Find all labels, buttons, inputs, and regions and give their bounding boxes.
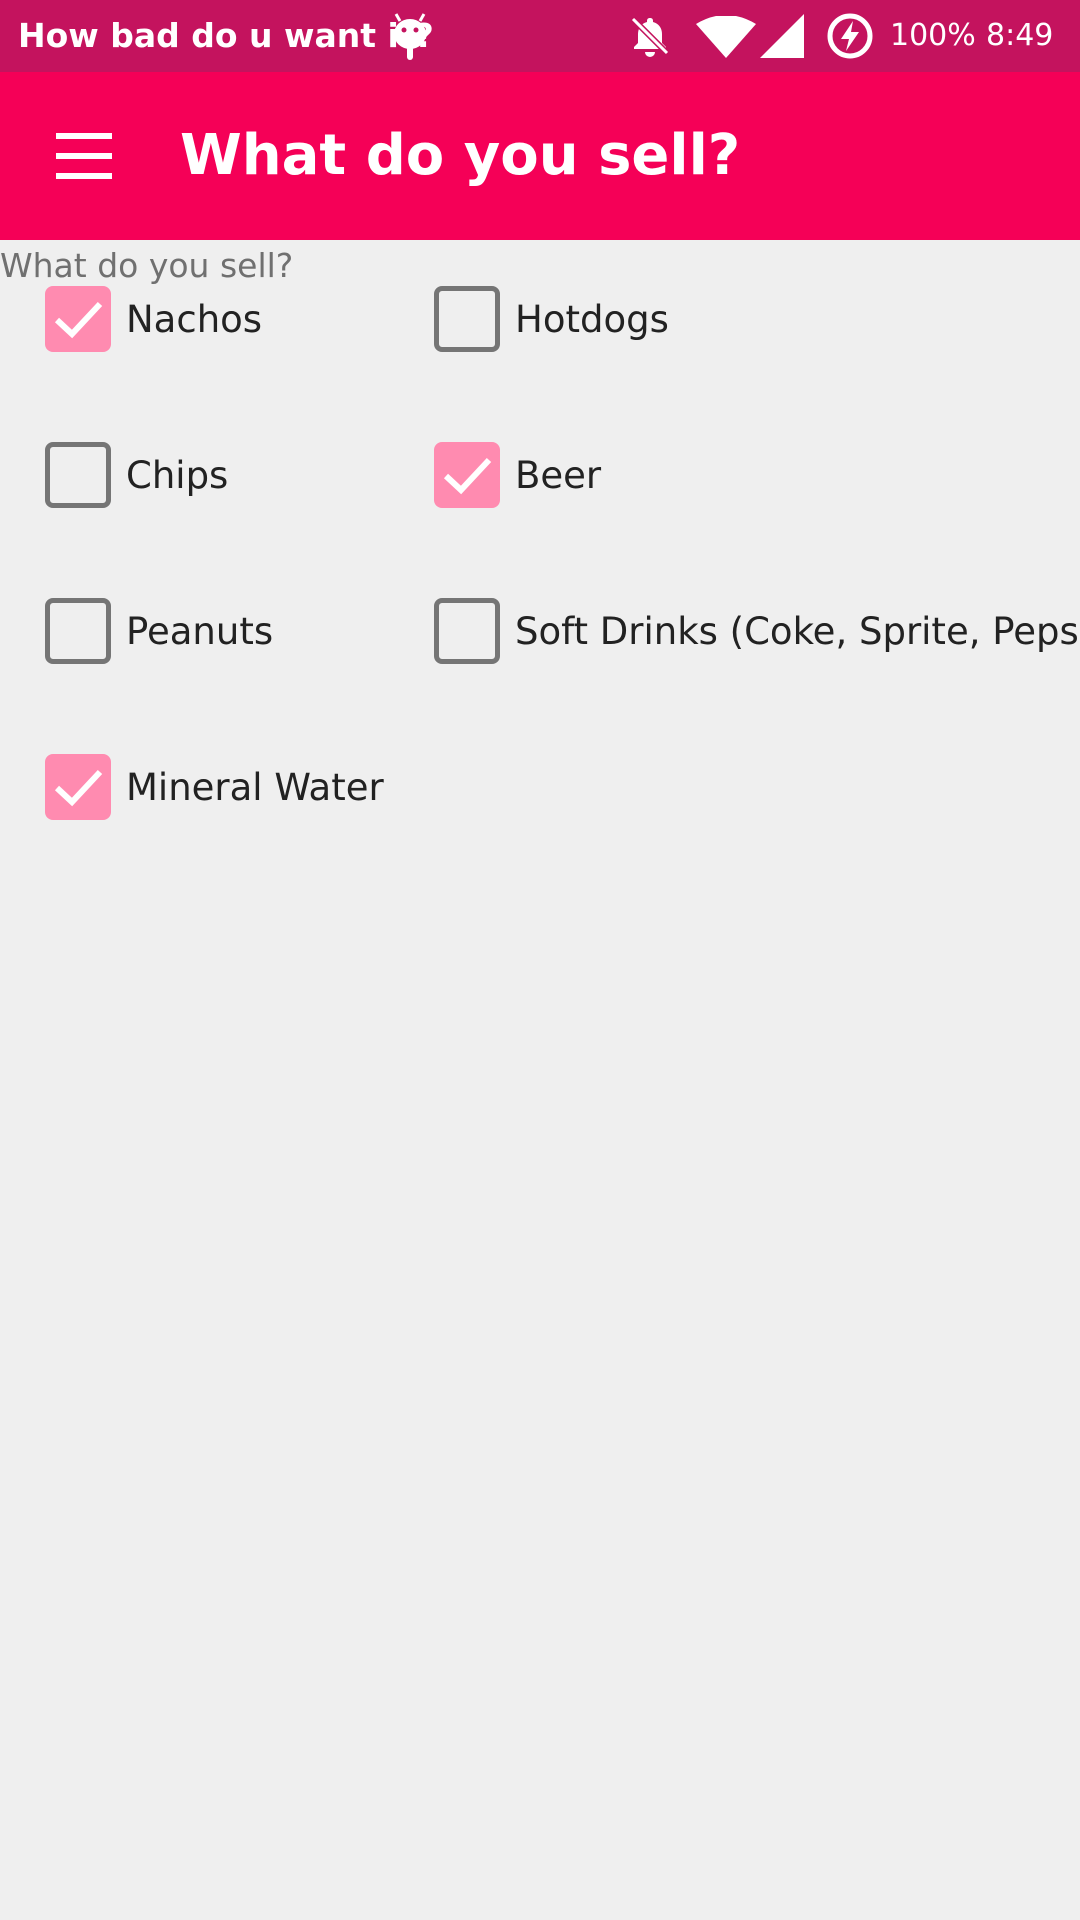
checkbox-hotdogs[interactable]: Hotdogs [434,279,669,359]
checkbox-label: Peanuts [126,609,274,653]
checkbox-mineral-water[interactable]: Mineral Water [45,747,384,827]
page-title: What do you sell? [180,123,741,188]
checkbox-label: Mineral Water [126,765,384,809]
checkbox-chips[interactable]: Chips [45,435,228,515]
checkbox-peanuts[interactable]: Peanuts [45,591,273,671]
checkbox-unchecked-icon[interactable] [45,598,111,664]
checkbox-unchecked-icon[interactable] [45,442,111,508]
notifications-off-icon [630,16,670,57]
checkbox-label: Beer [515,453,602,497]
cell-signal-icon [760,14,804,58]
notification-title: How bad do u want it? [18,16,434,55]
checkbox-checked-icon[interactable] [434,442,500,508]
checkbox-unchecked-icon[interactable] [434,286,500,352]
battery-percent: 100% [890,18,976,53]
checkbox-checked-icon[interactable] [45,286,111,352]
wifi-icon [696,16,756,58]
checkbox-label: Nachos [126,297,263,341]
checkbox-label: Chips [126,453,229,497]
app-bar: What do you sell? [0,72,1080,240]
clock: 8:49 [986,18,1054,53]
battery-charging-icon [827,13,873,59]
status-bar: How bad do u want it? 100% 8:49 [0,0,1080,72]
checkbox-soft-drinks[interactable]: Soft Drinks (Coke, Sprite, Pepsi) [434,591,1080,671]
menu-icon[interactable] [36,116,130,196]
checkbox-label: Hotdogs [515,297,669,341]
checkbox-label: Soft Drinks (Coke, Sprite, Pepsi) [515,609,1080,653]
checkbox-nachos[interactable]: Nachos [45,279,262,359]
checkbox-unchecked-icon[interactable] [434,598,500,664]
checkbox-beer[interactable]: Beer [434,435,601,515]
android-icon [394,13,426,60]
checkbox-checked-icon[interactable] [45,754,111,820]
